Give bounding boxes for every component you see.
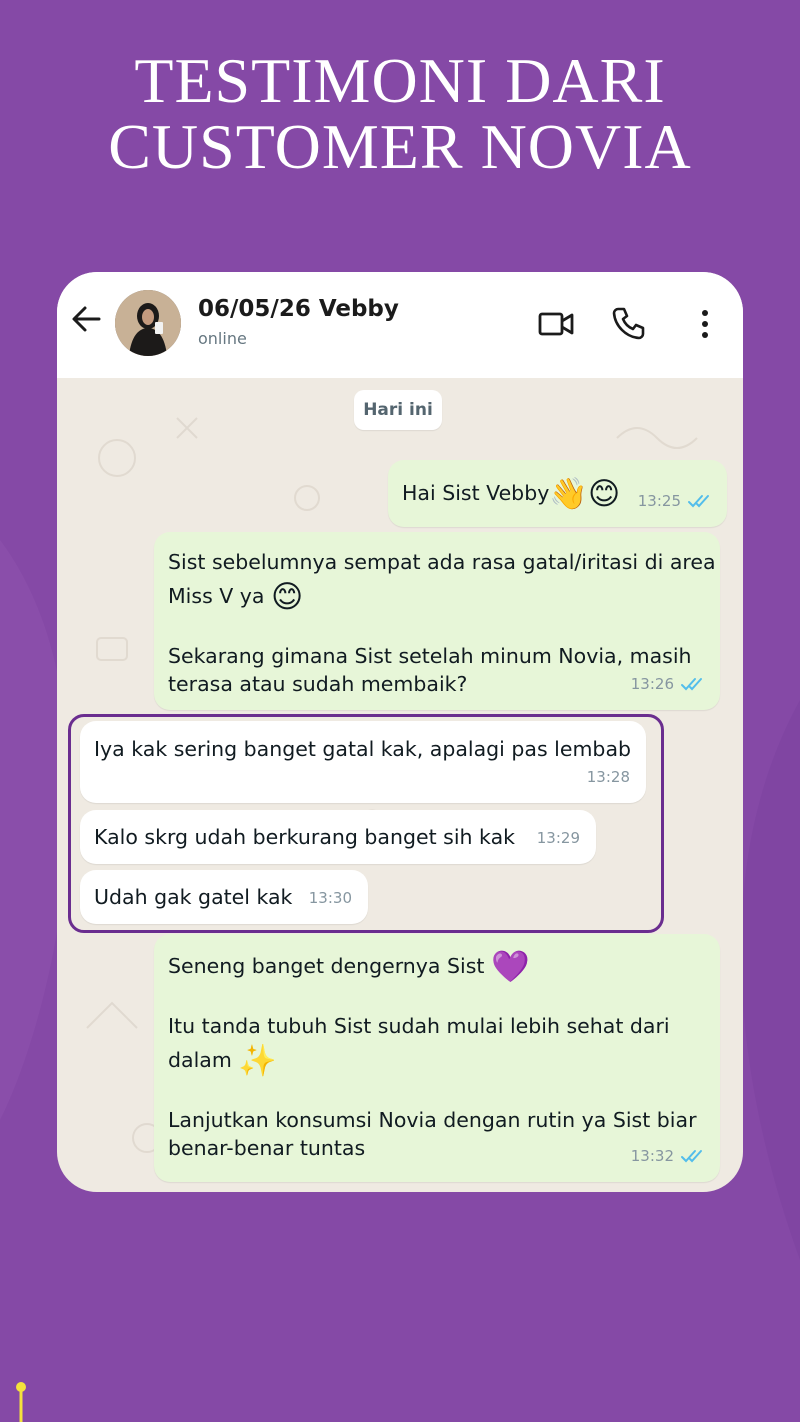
message-time: 13:25 xyxy=(637,492,681,510)
message-text: Udah gak gatel kak xyxy=(94,881,292,913)
date-separator: Hari ini xyxy=(354,390,442,430)
message-paragraph: dalam ✨ xyxy=(168,1044,277,1077)
message-line: Sist sebelumnya sempat ada rasa gatal/ir… xyxy=(168,550,716,574)
message-line: Lanjutkan konsumsi Novia dengan rutin ya… xyxy=(168,1108,697,1132)
message-text: Kalo skrg udah berkurang banget sih kak xyxy=(94,821,515,853)
message-text: Hai Sist Vebby👋😊 xyxy=(402,477,620,510)
message-paragraph: Sist sebelumnya sempat ada rasa gatal/ir… xyxy=(168,546,716,578)
message-paragraph: Itu tanda tubuh Sist sudah mulai lebih s… xyxy=(168,1010,670,1042)
message-line: terasa atau sudah membaik? xyxy=(168,672,468,696)
double-check-read-icon xyxy=(681,678,702,691)
message-bubble-incoming[interactable]: Iya kak sering banget gatal kak, apalagi… xyxy=(80,721,646,803)
message-bubble-outgoing[interactable]: Hai Sist Vebby👋😊 13:25 xyxy=(388,460,727,527)
message-meta: 13:25 xyxy=(638,485,713,517)
message-text-content: Kalo skrg udah berkurang banget sih kak xyxy=(94,825,516,849)
message-meta: 13:26 xyxy=(631,668,706,700)
arrow-left-icon[interactable] xyxy=(69,302,103,336)
message-paragraph: benar-benar tuntas xyxy=(168,1132,365,1164)
message-line: Seneng banget dengernya Sist xyxy=(168,954,491,978)
message-meta: 13:32 xyxy=(631,1140,706,1172)
message-text-content: Udah gak gatel kak xyxy=(94,885,293,909)
message-text-content: Iya kak sering banget gatal kak, apalagi… xyxy=(94,737,632,761)
chat-header: 06/05/26 Vebby online xyxy=(57,272,743,378)
message-paragraph: terasa atau sudah membaik? xyxy=(168,668,467,700)
avatar[interactable] xyxy=(115,290,181,356)
progress-indicator xyxy=(16,1382,26,1422)
message-paragraph: Miss V ya 😊 xyxy=(168,580,303,613)
message-time: 13:32 xyxy=(630,1147,674,1165)
headline-line-1: TESTIMONI DARI xyxy=(134,45,666,116)
message-time: 13:29 xyxy=(536,829,580,847)
message-paragraph: Seneng banget dengernya Sist 💜 xyxy=(168,950,530,983)
contact-name[interactable]: 06/05/26 Vebby xyxy=(198,296,399,322)
contact-avatar-image xyxy=(115,290,181,356)
headline-line-2: CUSTOMER NOVIA xyxy=(108,111,692,182)
message-line: benar-benar tuntas xyxy=(168,1136,366,1160)
phone-icon[interactable] xyxy=(611,305,647,341)
smile-emoji: 😊 xyxy=(271,579,304,615)
message-text: Iya kak sering banget gatal kak, apalagi… xyxy=(94,733,631,765)
chat-area[interactable]: Hari ini Hai Sist Vebby👋😊 13:25 Sist seb… xyxy=(57,378,743,1192)
page-headline: TESTIMONI DARI CUSTOMER NOVIA xyxy=(0,48,800,180)
contact-status: online xyxy=(198,329,247,348)
message-bubble-incoming[interactable]: Kalo skrg udah berkurang banget sih kak … xyxy=(80,810,596,864)
message-meta: 13:30 xyxy=(309,882,352,914)
message-line: dalam xyxy=(168,1048,239,1072)
more-vert-icon[interactable] xyxy=(693,306,717,342)
purple-heart-emoji: 💜 xyxy=(490,949,530,985)
double-check-read-icon xyxy=(688,495,709,508)
message-meta: 13:28 xyxy=(587,761,630,793)
message-bubble-outgoing[interactable]: Sist sebelumnya sempat ada rasa gatal/ir… xyxy=(154,532,720,710)
wave-smile-emoji: 👋😊 xyxy=(549,476,621,512)
message-line: Itu tanda tubuh Sist sudah mulai lebih s… xyxy=(168,1014,670,1038)
message-time: 13:26 xyxy=(630,675,674,693)
message-bubble-incoming[interactable]: Udah gak gatel kak 13:30 xyxy=(80,870,368,924)
sparkles-emoji: ✨ xyxy=(238,1043,277,1079)
video-call-icon[interactable] xyxy=(537,308,575,340)
message-time: 13:30 xyxy=(308,889,352,907)
double-check-read-icon xyxy=(681,1150,702,1163)
message-line: Miss V ya xyxy=(168,584,272,608)
message-text-content: Hai Sist Vebby xyxy=(402,481,550,505)
message-line: Sekarang gimana Sist setelah minum Novia… xyxy=(168,644,692,668)
message-meta: 13:29 xyxy=(537,822,580,854)
message-time: 13:28 xyxy=(586,768,630,786)
message-bubble-outgoing[interactable]: Seneng banget dengernya Sist 💜 Itu tanda… xyxy=(154,934,720,1182)
chat-screenshot-card: 06/05/26 Vebby online Hari ini Hai Sist … xyxy=(57,272,743,1192)
